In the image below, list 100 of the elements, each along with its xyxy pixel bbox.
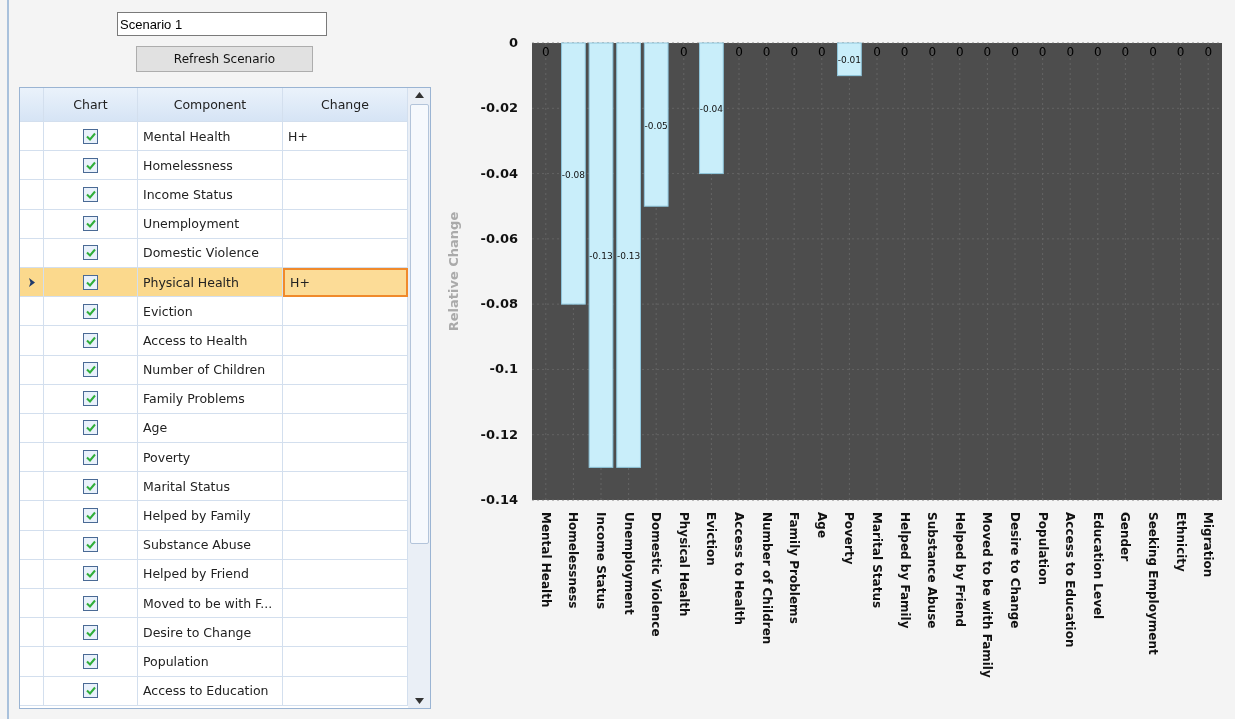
category-label: Seeking Employment — [1146, 512, 1160, 655]
y-tick-label: -0.06 — [480, 230, 518, 246]
grid-row[interactable]: Homelessness — [20, 151, 408, 181]
table-cell: Marital Status — [143, 478, 230, 494]
grid-row[interactable]: Mental Health H+ — [20, 122, 408, 152]
category-label: Ethnicity — [1173, 512, 1188, 572]
category-label: Access to Education — [1063, 512, 1078, 648]
checkbox[interactable] — [83, 391, 98, 407]
value-label: 0 — [1176, 45, 1185, 59]
grid-row[interactable]: Access to Education — [20, 676, 408, 706]
checkbox[interactable] — [83, 449, 98, 465]
value-label: 0 — [928, 45, 936, 59]
value-label: 0 — [790, 45, 798, 59]
value-label: 0 — [1011, 45, 1019, 59]
table-cell: Helped by Family — [143, 508, 251, 524]
checkbox[interactable] — [83, 303, 98, 319]
category-label: Education Level — [1090, 512, 1105, 620]
grid-row[interactable]: Poverty — [20, 443, 408, 473]
refresh-button[interactable]: Refresh Scenario — [136, 46, 313, 72]
row-pointer-icon — [27, 277, 36, 287]
checkbox[interactable] — [83, 624, 98, 640]
category-label: Helped by Family — [897, 512, 912, 629]
value-label: 0 — [1094, 45, 1102, 59]
value-label: -0.04 — [699, 104, 724, 115]
table-cell: Substance Abuse — [143, 537, 251, 553]
table-cell: Income Status — [143, 186, 233, 202]
column-header[interactable]: Component — [138, 88, 283, 122]
checkbox[interactable] — [83, 362, 98, 378]
checkbox[interactable] — [83, 653, 98, 669]
scroll-down-icon[interactable] — [414, 698, 424, 704]
column-header[interactable]: Chart — [44, 88, 138, 122]
table-cell: Access to Health — [143, 332, 248, 348]
grid-row[interactable]: Eviction — [20, 297, 408, 327]
grid-row[interactable]: Desire to Change — [20, 618, 408, 648]
value-label: 0 — [900, 45, 909, 59]
value-label: -0.05 — [644, 120, 668, 131]
row-header[interactable] — [20, 267, 44, 298]
checkbox[interactable] — [83, 508, 98, 524]
scrollbar[interactable] — [408, 88, 430, 708]
bar — [837, 42, 862, 77]
checkbox[interactable] — [83, 478, 98, 494]
checkbox[interactable] — [83, 332, 98, 348]
checkbox[interactable] — [83, 683, 98, 699]
grid-row[interactable]: Domestic Violence — [20, 238, 408, 268]
table-cell: Age — [143, 420, 168, 436]
grid-row[interactable]: Number of Children — [20, 355, 408, 385]
grid-row[interactable]: Helped by Family — [20, 501, 408, 531]
table-cell: H+ — [288, 128, 308, 144]
checkbox[interactable] — [83, 157, 98, 173]
category-label: Number of Children — [759, 512, 774, 645]
grid-row[interactable]: Family Problems — [20, 384, 408, 414]
checkbox[interactable] — [83, 274, 98, 290]
table-cell: Helped by Friend — [143, 566, 249, 582]
checkbox[interactable] — [83, 245, 98, 261]
value-label: 0 — [762, 45, 771, 59]
table-cell: Population — [143, 653, 209, 669]
checkbox[interactable] — [83, 216, 98, 232]
name-field[interactable]: Scenario 1 — [117, 12, 327, 36]
table-cell: Poverty — [143, 449, 191, 465]
table-cell: H+ — [290, 275, 310, 291]
grid-row[interactable]: Population — [20, 647, 408, 677]
grid-row[interactable]: Substance Abuse — [20, 530, 408, 560]
checkbox[interactable] — [83, 186, 98, 202]
checkbox[interactable] — [83, 566, 98, 582]
category-label: Age — [814, 512, 829, 538]
grid-row[interactable]: Income Status — [20, 180, 408, 210]
scroll-up-icon[interactable] — [414, 92, 424, 98]
y-tick-label: -0.08 — [480, 296, 518, 312]
grid-row[interactable]: Age — [20, 413, 408, 444]
grid-row[interactable]: Physical Health H+ — [20, 267, 408, 298]
scroll-thumb[interactable] — [409, 104, 429, 544]
column-header[interactable]: Change — [283, 88, 408, 122]
value-label: 0 — [542, 45, 550, 59]
checkbox[interactable] — [83, 595, 98, 611]
table-cell: Physical Health — [143, 274, 239, 290]
table-cell: Moved to be with F... — [143, 595, 273, 611]
table-cell: Family Problems — [143, 391, 245, 407]
checkbox[interactable] — [83, 128, 98, 144]
checkbox[interactable] — [83, 537, 98, 553]
value-label: 0 — [1204, 45, 1212, 59]
category-label: Desire to Change — [1008, 512, 1022, 629]
value-label: 0 — [1149, 45, 1157, 59]
grid-row[interactable]: Moved to be with F... — [20, 589, 408, 619]
table-cell: Domestic Violence — [143, 245, 259, 261]
category-label: Population — [1035, 512, 1050, 586]
table-cell: Unemployment — [143, 216, 240, 232]
grid-row[interactable]: Access to Health — [20, 326, 408, 356]
axis-title: Relative Change — [446, 211, 461, 332]
grid-row[interactable]: Helped by Friend — [20, 559, 408, 589]
checkbox[interactable] — [83, 420, 98, 436]
grid-row[interactable]: Marital Status — [20, 472, 408, 502]
category-label: Access to Health — [732, 512, 746, 625]
category-label: Helped by Friend — [952, 512, 967, 628]
y-tick-label: -0.1 — [489, 361, 518, 377]
grid-row[interactable]: Unemployment — [20, 209, 408, 239]
category-label: Homelessness — [566, 512, 581, 609]
y-tick-label: -0.14 — [480, 492, 518, 507]
category-label: Marital Status — [870, 512, 884, 609]
value-label: 0 — [956, 45, 964, 59]
value-label: 0 — [1066, 45, 1074, 59]
